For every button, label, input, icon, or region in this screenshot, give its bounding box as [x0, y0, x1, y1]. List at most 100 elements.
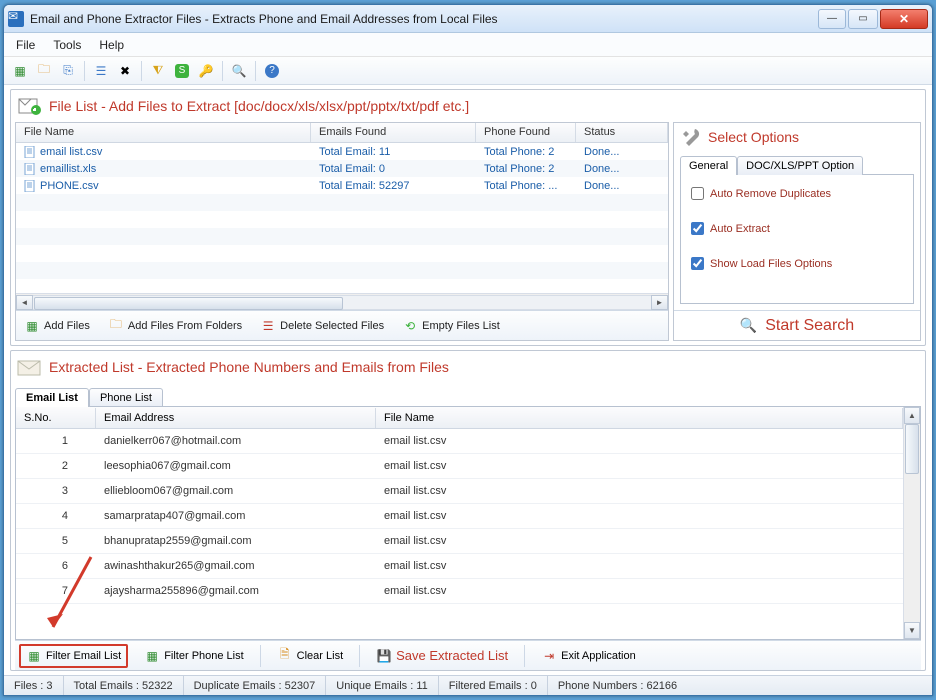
tb-key-icon[interactable]: 🔑 [196, 61, 216, 81]
row-sno: 7 [16, 585, 96, 597]
statusbar: Files : 3 Total Emails : 52322 Duplicate… [4, 675, 932, 695]
status: Done... [576, 146, 668, 158]
tb-skype-icon[interactable]: S [172, 61, 192, 81]
emails-found: Total Email: 0 [311, 163, 476, 175]
extracted-tabs: Email List Phone List [15, 387, 925, 406]
extracted-row[interactable]: 4samarpratap407@gmail.comemail list.csv [16, 504, 903, 529]
extracted-title: Extracted List - Extracted Phone Numbers… [49, 359, 449, 375]
tb-add-folder-icon[interactable]: 🗀 [34, 61, 54, 81]
file-grid-rows[interactable]: email list.csvTotal Email: 11Total Phone… [16, 143, 668, 293]
menu-help[interactable]: Help [99, 38, 124, 52]
col-phone-found[interactable]: Phone Found [476, 123, 576, 142]
status: Done... [576, 180, 668, 192]
chk-auto-extract[interactable]: Auto Extract [691, 222, 903, 235]
vscroll-thumb[interactable] [905, 424, 919, 474]
extracted-row[interactable]: 3elliebloom067@gmail.comemail list.csv [16, 479, 903, 504]
document-icon [24, 146, 36, 158]
tb-delete-icon[interactable]: ✖ [115, 61, 135, 81]
chk-auto-extract-box[interactable] [691, 222, 704, 235]
tab-general[interactable]: General [680, 156, 737, 175]
chk-show-load-box[interactable] [691, 257, 704, 270]
save-list-button[interactable]: 💾Save Extracted List [370, 645, 514, 667]
tb-search-icon[interactable]: 🔍 [229, 61, 249, 81]
file-name: PHONE.csv [40, 180, 99, 192]
chk-auto-extract-label: Auto Extract [710, 223, 770, 235]
chk-show-load[interactable]: Show Load Files Options [691, 257, 903, 270]
add-folders-button[interactable]: 🗀Add Files From Folders [104, 316, 246, 336]
maximize-button[interactable]: ▭ [848, 9, 878, 29]
tab-phone-list[interactable]: Phone List [89, 388, 163, 407]
extracted-row[interactable]: 5bhanupratap2559@gmail.comemail list.csv [16, 529, 903, 554]
tb-filter-icon[interactable]: ⧨ [148, 61, 168, 81]
options-panel: Select Options General DOC/XLS/PPT Optio… [673, 122, 921, 341]
wrench-icon [682, 127, 702, 147]
delete-files-button[interactable]: ☰Delete Selected Files [256, 316, 388, 336]
file-grid-hscroll[interactable]: ◄ ► [16, 293, 668, 310]
row-email: danielkerr067@hotmail.com [96, 435, 376, 447]
col-email[interactable]: Email Address [96, 408, 376, 428]
file-row[interactable]: email list.csvTotal Email: 11Total Phone… [16, 143, 668, 160]
status-files: Files : 3 [4, 676, 64, 695]
col-status[interactable]: Status [576, 123, 668, 142]
extracted-grid: S.No. Email Address File Name 1danielker… [15, 406, 921, 640]
file-row[interactable]: PHONE.csvTotal Email: 52297Total Phone: … [16, 177, 668, 194]
separator [260, 645, 261, 667]
file-name: email list.csv [40, 146, 102, 158]
extracted-row[interactable]: 6awinashthakur265@gmail.comemail list.cs… [16, 554, 903, 579]
row-sno: 1 [16, 435, 96, 447]
delete-files-label: Delete Selected Files [280, 320, 384, 332]
tab-doc-xls-ppt[interactable]: DOC/XLS/PPT Option [737, 156, 863, 175]
extracted-row[interactable]: 1danielkerr067@hotmail.comemail list.csv [16, 429, 903, 454]
tab-email-list[interactable]: Email List [15, 388, 89, 407]
menubar: File Tools Help [4, 33, 932, 57]
close-button[interactable]: ✕ [880, 9, 928, 29]
titlebar[interactable]: Email and Phone Extractor Files - Extrac… [4, 5, 932, 33]
clear-list-button[interactable]: 🗎Clear List [271, 645, 349, 667]
tb-list-icon[interactable]: ☰ [91, 61, 111, 81]
extracted-vscroll[interactable]: ▲ ▼ [903, 407, 920, 639]
options-body: Auto Remove Duplicates Auto Extract Show… [680, 174, 914, 304]
col-filename[interactable]: File Name [376, 408, 903, 428]
menu-tools[interactable]: Tools [53, 38, 81, 52]
scroll-left-icon[interactable]: ◄ [16, 295, 33, 310]
extracted-row[interactable]: 7ajaysharma255896@gmail.comemail list.cs… [16, 579, 903, 604]
empty-list-button[interactable]: ⟲Empty Files List [398, 316, 504, 336]
hscroll-thumb[interactable] [34, 297, 343, 310]
col-emails-found[interactable]: Emails Found [311, 123, 476, 142]
scroll-down-icon[interactable]: ▼ [904, 622, 920, 639]
search-icon: 🔍 [740, 317, 757, 334]
row-file: email list.csv [376, 510, 903, 522]
file-buttons-bar: ▦Add Files 🗀Add Files From Folders ☰Dele… [16, 310, 668, 340]
extracted-panel: Extracted List - Extracted Phone Numbers… [10, 350, 926, 671]
file-row[interactable]: emaillist.xlsTotal Email: 0Total Phone: … [16, 160, 668, 177]
start-search-button[interactable]: 🔍 Start Search [674, 310, 920, 340]
file-grid: File Name Emails Found Phone Found Statu… [15, 122, 669, 341]
add-files-button[interactable]: ▦Add Files [20, 316, 94, 336]
row-email: elliebloom067@gmail.com [96, 485, 376, 497]
content-area: File List - Add Files to Extract [doc/do… [4, 85, 932, 675]
col-sno[interactable]: S.No. [16, 408, 96, 428]
minimize-button[interactable]: — [818, 9, 846, 29]
extracted-grid-body[interactable]: S.No. Email Address File Name 1danielker… [16, 407, 903, 639]
tb-copy-icon[interactable]: ⎘ [58, 61, 78, 81]
row-email: samarpratap407@gmail.com [96, 510, 376, 522]
document-icon [24, 180, 36, 192]
filter-email-button[interactable]: ▦Filter Email List [19, 644, 128, 668]
filter-phone-button[interactable]: ▦Filter Phone List [138, 645, 249, 667]
menu-file[interactable]: File [16, 38, 35, 52]
chk-auto-remove-box[interactable] [691, 187, 704, 200]
scroll-right-icon[interactable]: ► [651, 295, 668, 310]
tb-help-icon[interactable]: ? [262, 61, 282, 81]
file-list-header: File List - Add Files to Extract [doc/do… [11, 90, 925, 122]
extracted-row[interactable]: 2leesophia067@gmail.comemail list.csv [16, 454, 903, 479]
tb-add-files-icon[interactable]: ▦ [10, 61, 30, 81]
scroll-up-icon[interactable]: ▲ [904, 407, 920, 424]
row-sno: 2 [16, 460, 96, 472]
options-title: Select Options [708, 129, 799, 145]
chk-auto-remove[interactable]: Auto Remove Duplicates [691, 187, 903, 200]
file-grid-header: File Name Emails Found Phone Found Statu… [16, 123, 668, 143]
status: Done... [576, 163, 668, 175]
status-total: Total Emails : 52322 [64, 676, 184, 695]
exit-button[interactable]: ⇥Exit Application [535, 645, 642, 667]
col-file-name[interactable]: File Name [16, 123, 311, 142]
